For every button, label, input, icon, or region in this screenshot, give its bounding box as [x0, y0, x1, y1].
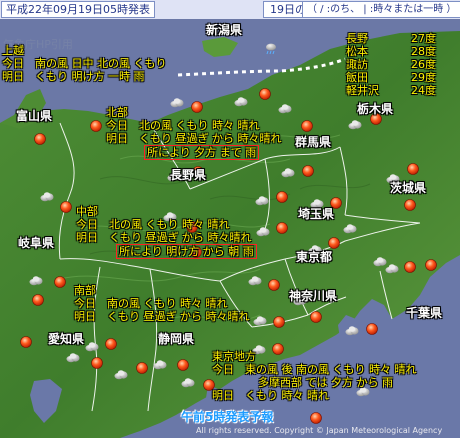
pref-label-kanagawa: 神奈川県 — [289, 289, 338, 303]
pref-label-shizuoka: 静岡県 — [158, 332, 195, 346]
issue-date: 平成22年09月19日05時発表 — [1, 1, 155, 18]
forecast-joetsu-tomorrow: 明日 くもり 明け方 一時 雨 — [2, 70, 145, 83]
forecast-tokyo: 東京地方 今日 東の風 後 南の風 くもり 時々 晴れ 多摩西部 では 夕方 か… — [212, 350, 416, 402]
pref-label-tochigi: 栃木県 — [357, 102, 394, 116]
forecast-south-tomorrow: 明日 くもり 昼過ぎ から 時々晴れ — [74, 310, 250, 323]
forecast-south-title: 南部 — [74, 284, 96, 297]
forecast-central-note: 所により 明け方 から 朝 雨 — [116, 244, 257, 259]
temp-row: 軽井沢 24度 — [346, 84, 436, 97]
temp-row: 飯田 29度 — [346, 71, 436, 84]
forecast-joetsu-today: 今日 南の風 日中 北の風 くもり — [2, 57, 167, 70]
forecast-central-title: 中部 — [76, 205, 98, 218]
forecast-north-note: 所により 夕方 まで 雨 — [144, 145, 260, 160]
temperature-list: 長野 27度 松本 28度 諏訪 26度 飯田 29度 軽井沢 24度 — [346, 32, 436, 97]
pref-label-tokyo: 東京都 — [296, 250, 333, 264]
forecast-central-today: 今日 北の風 くもり 時々 晴れ — [76, 218, 230, 231]
pref-label-nagano: 長野県 — [170, 168, 207, 182]
pref-label-saitama: 埼玉県 — [298, 207, 335, 221]
forecast-south: 南部 今日 南の風 くもり 時々 晴れ 明日 くもり 昼過ぎ から 時々晴れ — [74, 284, 250, 323]
forecast-tokyo-title: 東京地方 — [212, 350, 256, 363]
pref-label-aichi: 愛知県 — [48, 332, 85, 346]
pref-label-gifu: 岐阜県 — [18, 236, 55, 250]
forecast-north-title: 北部 — [106, 106, 128, 119]
forecast-north: 北部 今日 北の風 くもり 時々 晴れ 明日 くもり 昼過ぎ から 時々晴れ 所… — [106, 106, 282, 160]
forecast-tokyo-note: 多摩西部 では 夕方 から 雨 — [258, 376, 393, 389]
forecast-footer: 午前5時発表予報 — [181, 410, 274, 424]
pref-label-ibaraki: 茨城県 — [390, 181, 427, 195]
forecast-joetsu: 上越 今日 南の風 日中 北の風 くもり 明日 くもり 明け方 一時 雨 — [2, 44, 167, 83]
temp-row: 長野 27度 — [346, 32, 436, 45]
temp-row: 諏訪 26度 — [346, 58, 436, 71]
forecast-central: 中部 今日 北の風 くもり 時々 晴れ 明日 くもり 昼過ぎ から 時々晴れ 所… — [76, 205, 257, 259]
forecast-tokyo-tomorrow: 明日 くもり 時々 晴れ — [212, 389, 329, 402]
pref-label-chiba: 千葉県 — [406, 306, 443, 320]
header-bar: 平成22年09月19日05時発表 19日の天気 （ / :のち、 | :時々また… — [0, 0, 460, 20]
copyright: All rights reserved. Copyright © Japan M… — [196, 426, 443, 435]
forecast-tokyo-today: 今日 東の風 後 南の風 くもり 時々 晴れ — [212, 363, 417, 376]
temp-row: 松本 28度 — [346, 45, 436, 58]
forecast-north-tomorrow: 明日 くもり 昼過ぎ から 時々晴れ — [106, 132, 282, 145]
forecast-north-today: 今日 北の風 くもり 時々 晴れ — [106, 119, 260, 132]
symbol-legend: （ / :のち、 | :時々または一時 ） — [302, 1, 460, 18]
forecast-south-today: 今日 南の風 くもり 時々 晴れ — [74, 297, 228, 310]
forecast-joetsu-title: 上越 — [2, 44, 24, 57]
pref-label-toyama: 富山県 — [16, 109, 53, 123]
forecast-central-tomorrow: 明日 くもり 昼過ぎ から 時々晴れ — [76, 231, 252, 244]
pref-label-gunma: 群馬県 — [295, 135, 332, 149]
pref-label-niigata: 新潟県 — [206, 23, 243, 37]
